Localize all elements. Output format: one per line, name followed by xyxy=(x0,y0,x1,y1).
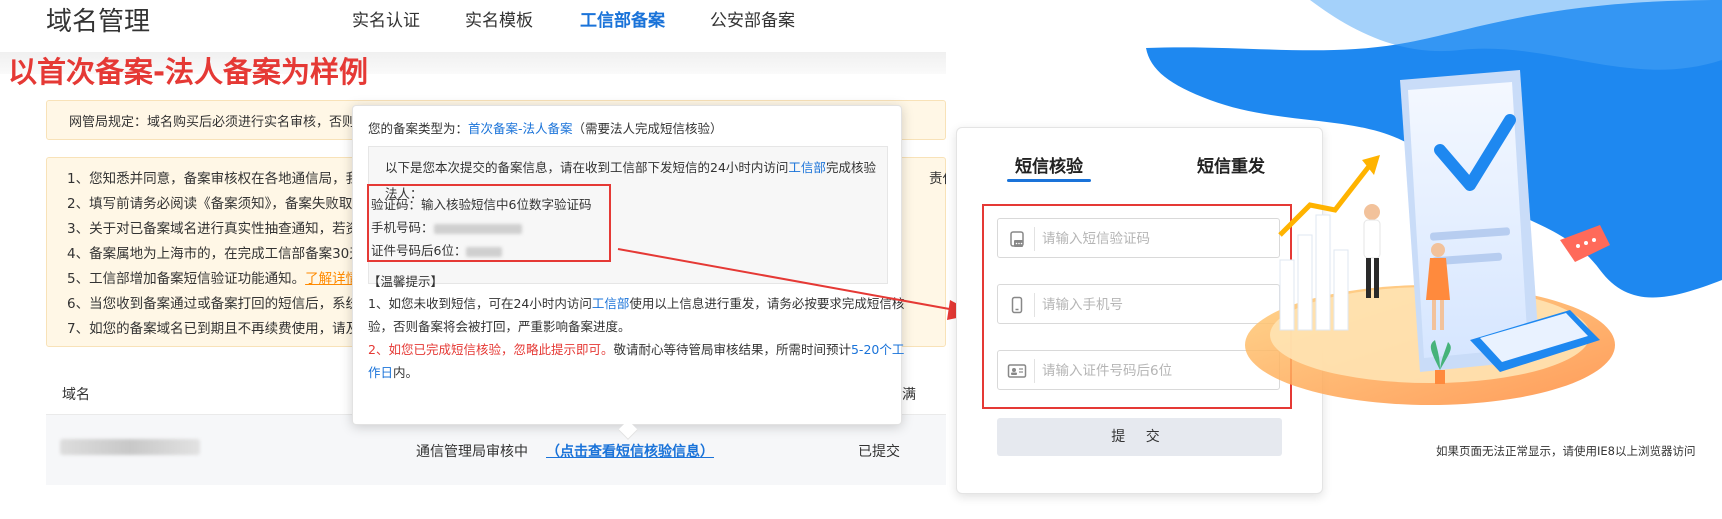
rule-item: 5、工信部增加备案短信验证功能通知。了解详情 xyxy=(67,271,360,287)
tip-2-line-2: 作日内。 xyxy=(368,365,419,380)
annotation-label: 以首次备案-法人备案为样例 xyxy=(8,55,369,89)
page-title: 域名管理 xyxy=(46,7,151,37)
miit-link-2[interactable]: 工信部 xyxy=(592,296,630,311)
active-tab-indicator xyxy=(1007,179,1091,182)
info-intro: 以下是您本次提交的备案信息，请在收到工信部下发短信的24小时内访问工信部完成核验 xyxy=(385,160,876,175)
column-header-right: 满 xyxy=(902,387,916,403)
tip-1-line-1: 1、如您未收到短信，可在24小时内访问工信部使用以上信息进行重发，请务必按要求完… xyxy=(368,296,905,311)
rule-item: 3、关于对已备案域名进行真实性抽查通知，若资 xyxy=(67,221,360,237)
tab-real-name-auth[interactable]: 实名认证 xyxy=(352,10,420,32)
view-sms-info-link[interactable]: （点击查看短信核验信息） xyxy=(546,441,714,461)
row-status: 通信管理局审核中 xyxy=(416,444,528,460)
tab-miit-filing[interactable]: 工信部备案 xyxy=(580,10,665,32)
table-row: 通信管理局审核中 （点击查看短信核验信息） 已提交 xyxy=(46,415,946,485)
tip-1-line-2: 验，否则备案将会被打回，严重影响备案进度。 xyxy=(368,319,631,334)
rule-item: 2、填写前请务必阅读《备案须知》，备案失败取 xyxy=(67,196,353,212)
tip-2-line-1: 2、如您已完成短信核验，忽略此提示即可。敬请耐心等待管局审核结果，所需时间预计5… xyxy=(368,342,905,357)
rule-item: 1、您知悉并同意，备案审核权在各地通信局，我们 xyxy=(67,171,373,187)
tips-title: 【温馨提示】 xyxy=(368,274,444,289)
highlight-box-info xyxy=(367,184,611,262)
tab-real-name-template[interactable]: 实名模板 xyxy=(465,10,533,32)
top-nav: 域名管理 实名认证 实名模板 工信部备案 公安部备案 xyxy=(0,0,946,52)
rule-item: 7、如您的备案域名已到期且不再续费使用，请及 xyxy=(67,321,360,337)
rule-item-tail: 责任。 xyxy=(929,171,946,187)
learn-more-link[interactable]: 了解详情 xyxy=(305,271,359,287)
browser-compat-note: 如果页面无法正常显示，请使用IE8以上浏览器访问 xyxy=(1436,444,1696,458)
filing-illustration xyxy=(1146,0,1722,405)
rule-item: 4、备案属地为上海市的，在完成工信部备案30天 xyxy=(67,246,363,262)
tab-sms-verify[interactable]: 短信核验 xyxy=(1015,152,1083,177)
redacted-domain xyxy=(60,439,200,455)
row-submitted: 已提交 xyxy=(858,444,900,460)
column-header-domain: 域名 xyxy=(62,387,90,403)
sms-info-popup: 您的备案类型为：首次备案-法人备案（需要法人完成短信核验） 以下是您本次提交的备… xyxy=(352,105,905,440)
rule-item: 6、当您收到备案通过或备案打回的短信后，系统 xyxy=(67,296,360,312)
tab-police-filing[interactable]: 公安部备案 xyxy=(710,10,795,32)
filing-type: 您的备案类型为：首次备案-法人备案（需要法人完成短信核验） xyxy=(368,121,723,136)
notice-text: 网管局规定：域名购买后必须进行实名审核，否则 xyxy=(69,115,356,130)
miit-link[interactable]: 工信部 xyxy=(788,160,826,175)
